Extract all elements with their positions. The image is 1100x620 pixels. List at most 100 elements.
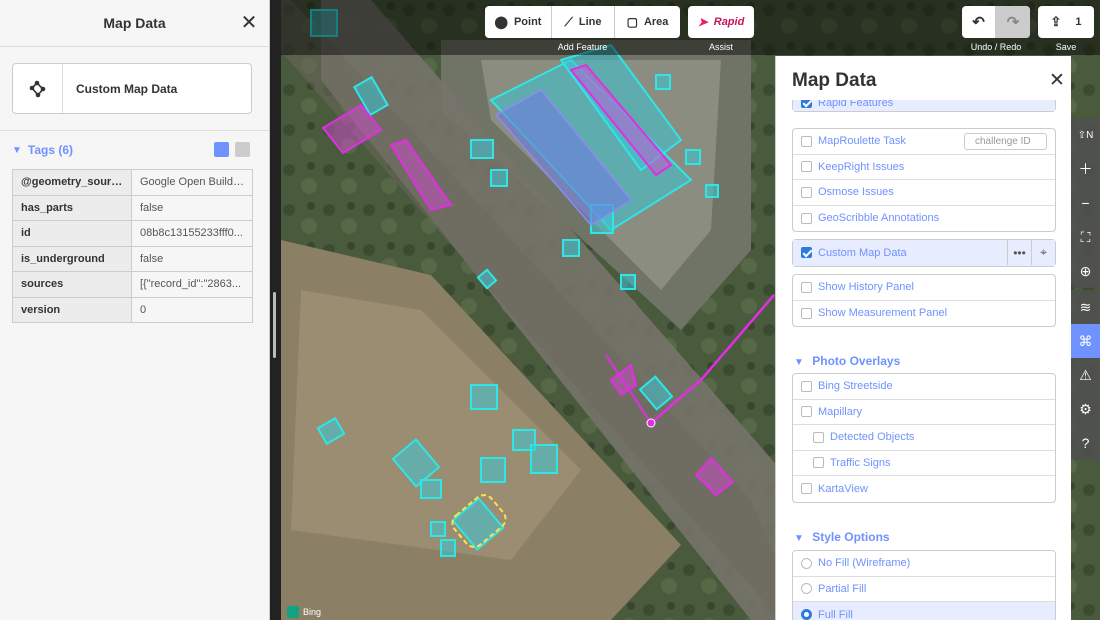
- tag-key[interactable]: id: [12, 220, 132, 247]
- custom-map-data-row[interactable]: Custom Map Data ••• ⌖: [793, 240, 1055, 266]
- zoom-in-icon[interactable]: ＋: [1071, 152, 1100, 186]
- tags-section-toggle[interactable]: ▼ Tags (6): [0, 131, 269, 169]
- rapid-button[interactable]: ➤ Rapid: [688, 6, 754, 38]
- photo-overlay-row[interactable]: Bing Streetside: [793, 374, 1055, 400]
- keepright-checkbox[interactable]: [801, 161, 812, 173]
- add-line-button[interactable]: ⟋ Line: [552, 6, 615, 38]
- no-fill-radio[interactable]: [801, 557, 812, 569]
- close-icon[interactable]: ✕: [239, 13, 259, 33]
- tag-key[interactable]: sources: [12, 271, 132, 298]
- add-area-button[interactable]: ▢ Area: [615, 6, 680, 38]
- maproulette-checkbox[interactable]: [801, 135, 812, 147]
- mapillary-checkbox[interactable]: [801, 406, 812, 418]
- tag-row: has_parts false: [12, 194, 253, 221]
- tag-value[interactable]: false: [131, 194, 253, 221]
- detected-objects-checkbox[interactable]: [813, 431, 824, 443]
- more-icon[interactable]: •••: [1007, 240, 1031, 265]
- style-options-toggle[interactable]: ▼ Style Options: [794, 530, 890, 544]
- style-options-group: No Fill (Wireframe) Partial Fill Full Fi…: [792, 550, 1056, 620]
- photo-overlay-row[interactable]: Mapillary: [793, 400, 1055, 425]
- close-icon[interactable]: ✕: [1047, 71, 1067, 91]
- style-option-row[interactable]: Full Fill: [793, 602, 1055, 620]
- custom-data-group: Custom Map Data ••• ⌖: [792, 239, 1056, 267]
- detected-objects-label: Detected Objects: [830, 431, 915, 444]
- data-layer-row[interactable]: MapRoulette Task challenge ID: [793, 129, 1055, 155]
- full-fill-radio[interactable]: [801, 609, 812, 620]
- undo-button[interactable]: ↶: [962, 6, 996, 38]
- data-layer-row[interactable]: KeepRight Issues: [793, 155, 1055, 180]
- geolocate-icon[interactable]: ⊕: [1071, 254, 1100, 288]
- save-button[interactable]: ⇪ 1: [1038, 6, 1094, 38]
- preferences-user-icon[interactable]: ⚙: [1071, 392, 1100, 426]
- tag-value[interactable]: [{"record_id":"2863...: [131, 271, 253, 298]
- sidebar-title: Map Data: [103, 15, 166, 31]
- rapid-features-row[interactable]: Rapid Features: [793, 100, 1055, 111]
- zoom-out-icon[interactable]: −: [1071, 186, 1100, 220]
- challenge-id-input[interactable]: challenge ID: [964, 133, 1047, 150]
- list-view-icon[interactable]: [214, 142, 229, 157]
- attribution[interactable]: Bing: [287, 606, 321, 618]
- redo-button[interactable]: ↷: [996, 6, 1030, 38]
- geoscribble-checkbox[interactable]: [801, 212, 812, 224]
- bing-streetside-checkbox[interactable]: [801, 380, 812, 392]
- kartaview-checkbox[interactable]: [801, 483, 812, 495]
- custom-map-data-checkbox[interactable]: [801, 247, 812, 259]
- photo-overlays-title: Photo Overlays: [812, 354, 901, 368]
- tag-value[interactable]: false: [131, 245, 253, 272]
- panels-group: Show History Panel Show Measurement Pane…: [792, 274, 1056, 327]
- chevron-down-icon: ▼: [794, 357, 804, 368]
- help-icon[interactable]: ?: [1071, 426, 1100, 460]
- preset-label: Custom Map Data: [76, 81, 178, 96]
- photo-overlay-row[interactable]: Traffic Signs: [793, 451, 1055, 476]
- photo-overlays-toggle[interactable]: ▼ Photo Overlays: [794, 354, 900, 368]
- partial-fill-radio[interactable]: [801, 583, 812, 595]
- data-layer-row[interactable]: Osmose Issues: [793, 180, 1055, 206]
- pane-title: Map Data: [792, 70, 877, 91]
- data-layer-row[interactable]: GeoScribble Annotations: [793, 206, 1055, 232]
- tag-value[interactable]: 0: [131, 296, 253, 323]
- partial-fill-label: Partial Fill: [818, 582, 867, 595]
- custom-data-icon: [13, 64, 63, 113]
- kartaview-label: KartaView: [818, 482, 868, 495]
- style-option-row[interactable]: No Fill (Wireframe): [793, 551, 1055, 577]
- tag-value[interactable]: Google Open Buildi...: [131, 169, 253, 196]
- measurement-panel-checkbox[interactable]: [801, 307, 812, 319]
- zoom-to-selection-icon[interactable]: ⛶: [1071, 220, 1100, 254]
- map-data-pane: Map Data ✕ Rapid Features MapRoulette Ta…: [775, 56, 1071, 620]
- photo-overlay-row[interactable]: Detected Objects: [793, 425, 1055, 451]
- chevron-down-icon: ▼: [12, 144, 22, 156]
- preset-button[interactable]: Custom Map Data: [12, 63, 252, 114]
- maproulette-label: MapRoulette Task: [818, 135, 906, 148]
- rapid-features-checkbox[interactable]: [801, 100, 812, 108]
- measurement-panel-row[interactable]: Show Measurement Panel: [793, 301, 1055, 327]
- traffic-signs-checkbox[interactable]: [813, 457, 824, 469]
- tag-key[interactable]: is_underground: [12, 245, 132, 272]
- data-layers-group: MapRoulette Task challenge ID KeepRight …: [792, 128, 1056, 232]
- tags-title: Tags (6): [27, 143, 74, 157]
- osmose-checkbox[interactable]: [801, 186, 812, 198]
- zoom-to-data-icon[interactable]: ⌖: [1031, 240, 1055, 265]
- save-caption: Save: [1055, 42, 1077, 52]
- measurement-panel-label: Show Measurement Panel: [818, 307, 948, 320]
- photo-overlay-row[interactable]: KartaView: [793, 476, 1055, 502]
- map-nav-controls: ⇧N ＋ − ⛶ ⊕: [1071, 118, 1100, 288]
- add-point-button[interactable]: ⬤ Point: [485, 6, 552, 38]
- compass-icon[interactable]: ⇧N: [1071, 118, 1100, 152]
- tag-key[interactable]: @geometry_source: [12, 169, 132, 196]
- sidebar-resizer[interactable]: [273, 292, 276, 358]
- issues-warning-icon[interactable]: ⚠: [1071, 358, 1100, 392]
- text-view-icon[interactable]: [235, 142, 250, 157]
- chevron-down-icon: ▼: [794, 533, 804, 544]
- history-panel-row[interactable]: Show History Panel: [793, 275, 1055, 301]
- background-layers-icon[interactable]: ≋: [1071, 290, 1100, 324]
- history-panel-checkbox[interactable]: [801, 281, 812, 293]
- traffic-signs-label: Traffic Signs: [830, 456, 891, 469]
- tag-key[interactable]: version: [12, 296, 132, 323]
- map-data-icon[interactable]: ⌘: [1071, 324, 1100, 358]
- point-icon: ⬤: [494, 15, 508, 29]
- tag-key[interactable]: has_parts: [12, 194, 132, 221]
- tag-row: id 08b8c13155233fff0...: [12, 220, 253, 247]
- tag-value[interactable]: 08b8c13155233fff0...: [131, 220, 253, 247]
- area-label: Area: [643, 16, 669, 28]
- style-option-row[interactable]: Partial Fill: [793, 577, 1055, 602]
